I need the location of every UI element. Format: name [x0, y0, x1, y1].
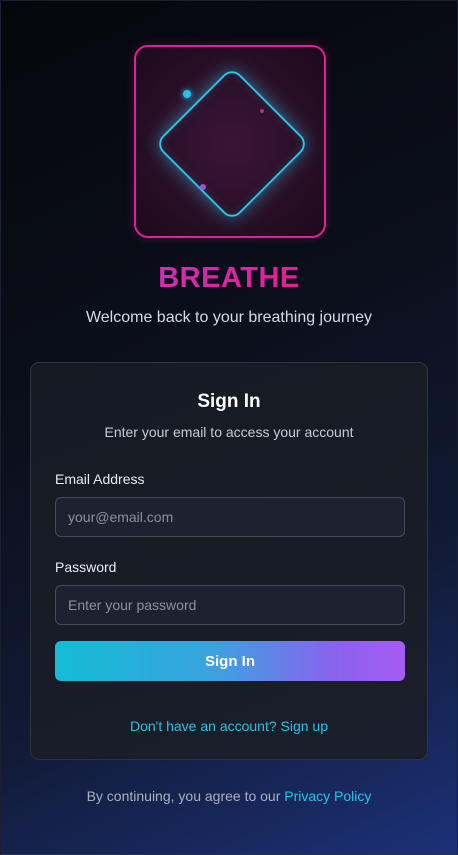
footer-text: By continuing, you agree to our [86, 788, 281, 804]
footer-consent: By continuing, you agree to our Privacy … [0, 788, 458, 804]
breathe-logo-icon [134, 45, 326, 238]
brand-tagline: Welcome back to your breathing journey [85, 309, 373, 326]
password-label: Password [55, 559, 117, 575]
sign-in-button[interactable]: Sign In [55, 641, 405, 681]
password-field[interactable] [55, 585, 405, 625]
sign-up-link[interactable]: Don't have an account? Sign up [31, 718, 427, 734]
brand-title: BREATHE [0, 262, 458, 295]
logo-frame [134, 45, 326, 238]
email-field[interactable] [55, 497, 405, 537]
privacy-policy-link[interactable]: Privacy Policy [284, 788, 371, 804]
signin-description: Enter your email to access your account [104, 424, 354, 440]
signin-card: Sign In Enter your email to access your … [30, 362, 428, 760]
logo-diamond [154, 65, 310, 222]
logo-particle-pink [260, 109, 264, 113]
logo-particle-purple [200, 184, 206, 190]
email-label: Email Address [55, 471, 145, 487]
signin-title: Sign In [197, 391, 261, 412]
logo-particle-cyan [183, 90, 191, 98]
